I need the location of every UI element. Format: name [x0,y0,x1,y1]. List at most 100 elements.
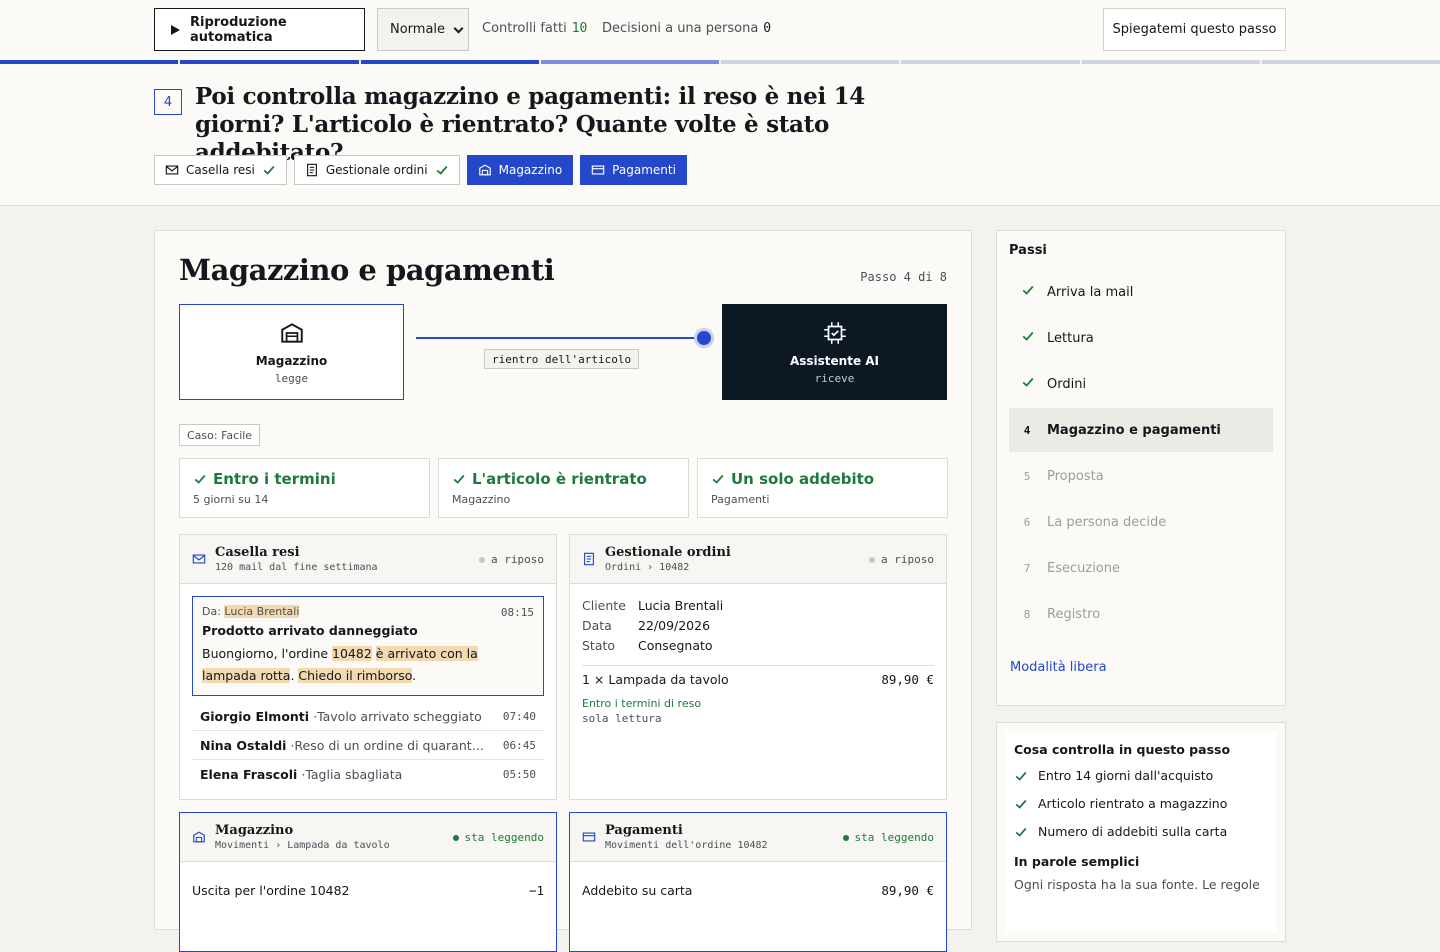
highlight-order: 10482 [332,646,372,661]
check-card-sub: 5 giorni su 14 [193,493,269,506]
inbox-subtitle: 120 mail dal fine settimana [215,562,378,573]
payments-panel: Pagamenti Movimenti dell'ordine 10482 st… [569,812,947,952]
sidebar-step-5[interactable]: 5 Proposta [1009,454,1273,498]
chip-check-icon [823,321,846,344]
chevron-down-icon [453,23,464,34]
mail-icon [192,554,206,564]
explainer-item-text: Entro 14 giorni dall'acquisto [1038,768,1214,783]
flow-source-role: legge [274,371,309,385]
system-chip-label: Casella resi [186,163,255,177]
checks-count: 10 [571,21,588,36]
mail-list-item[interactable]: Elena Frascoli · Taglia sbagliata 05:50 [192,760,544,789]
sidebar-step-label: Magazzino e pagamenti [1047,422,1221,438]
flow-target-node: Assistente AI riceve [722,304,947,400]
flow-edge-line [416,337,704,339]
status-dot [452,834,459,841]
check-card-sub: Pagamenti [711,493,770,506]
step-number: 4 [1023,423,1031,437]
check-results: Entro i termini 5 giorni su 14 L'articolo … [179,458,948,518]
mail-icon [165,163,179,177]
system-chip[interactable]: Casella resi [154,155,287,185]
sidebar-step-6[interactable]: 6 La persona decide [1009,500,1273,544]
speed-selected: Normale [390,22,446,37]
warehouse-movement-row: Uscita per l'ordine 10482 −1 [192,883,544,898]
explainer-title: Cosa controlla in questo passo [1014,742,1231,757]
system-chip[interactable]: Pagamenti [580,155,687,185]
sidebar-step-3[interactable]: Ordini [1009,362,1273,406]
warehouse-status: sta leggendo [452,831,544,844]
mail-time: 08:15 [500,606,534,619]
mail-list-item[interactable]: Nina Ostaldi · Reso di un ordine di quar… [192,731,544,760]
step-number: 7 [1023,561,1031,575]
step-header: 4 Poi controlla magazzino e pagamenti: i… [0,64,1440,206]
status-dot [869,556,876,563]
check-icon [452,472,466,486]
sidebar-step-label: Proposta [1047,468,1104,484]
step-counter: Passo 4 di 8 [860,270,947,284]
free-mode-link[interactable]: Modalità libera [1010,660,1273,675]
check-title-text: Entro i termini [213,470,336,488]
status-dot [842,834,849,841]
card-icon [582,832,596,842]
check-icon [193,472,207,486]
check-icon [1021,283,1034,301]
card-icon [591,163,605,177]
system-chip[interactable]: Gestionale ordini [293,155,460,185]
sidebar-step-label: Esecuzione [1047,560,1120,576]
order-field-label: Cliente [582,598,626,613]
steps-list: Arriva la mail Lettura Ordini 4 Magazzino e … [1009,270,1273,636]
check-card: L'articolo è rientrato Magazzino [438,458,689,518]
check-icon [1021,375,1034,393]
explainer-panel: Cosa controlla in questo passo Entro 14 … [996,722,1286,942]
inbox-title: Casella resi [215,545,300,560]
check-card: Entro i termini 5 giorni su 14 [179,458,430,518]
order-field-row: Cliente Lucia Brentali [582,596,934,616]
system-chip-label: Pagamenti [612,163,676,177]
flow-target-label: Assistente AI [789,353,880,368]
main-card: Magazzino e pagamenti Passo 4 di 8 Magaz… [154,230,972,952]
mail-time: 07:40 [502,709,536,723]
sidebar-step-label: Registro [1047,606,1101,622]
sidebar-step-8[interactable]: 8 Registro [1009,592,1273,636]
mail-sender: Giorgio Elmonti [200,708,310,724]
autoplay-button[interactable]: Riproduzione automatica [154,8,365,51]
sidebar-step-label: Ordini [1047,376,1087,392]
system-chip[interactable]: Magazzino [466,155,574,185]
mail-subject: Prodotto arrivato danneggiato [202,623,418,638]
document-icon [584,552,594,566]
check-title-text: L'articolo è rientrato [472,470,647,488]
mail-subject: Tavolo arrivato scheggiato [317,708,482,724]
sidebar-step-4[interactable]: 4 Magazzino e pagamenti [1009,408,1273,452]
steps-title: Passi [1009,243,1047,258]
mail-sender: Elena Frascoli [200,767,298,782]
flow-progress-dot [697,331,711,345]
sidebar-step-2[interactable]: Lettura [1009,316,1273,360]
inbox-status: a riposo [479,553,544,566]
order-field-row: Stato Consegnato [582,636,934,656]
sidebar-step-7[interactable]: 7 Esecuzione [1009,546,1273,590]
order-field-row: Data 22/09/2026 [582,616,934,636]
sidebar-step-1[interactable]: Arriva la mail [1009,270,1273,314]
check-icon [1014,797,1028,811]
flow-target-role: riceve [814,371,855,385]
mail-subject: Taglia sbagliata [305,767,403,782]
warehouse-title: Magazzino [215,823,294,838]
mail-time: 06:45 [502,738,536,752]
selected-mail[interactable]: Da: Lucia Brentali 08:15 Prodotto arriva… [192,596,544,696]
mail-subject: Reso di un ordine di quaranta giorni fa [294,737,489,753]
warehouse-panel: Magazzino Movimenti › Lampada da tavolo … [179,812,557,952]
case-difficulty-tag: Caso: Facile [179,424,261,446]
check-icon [435,163,449,177]
order-line-item: 1 × Lampada da tavolo 89,90 € [582,665,934,687]
mail-list-item[interactable]: Giorgio Elmonti · Tavolo arrivato schegg… [192,702,544,731]
step-number: 6 [1023,515,1031,529]
check-card-title: Un solo addebito [711,470,934,488]
play-icon [171,24,180,35]
orders-subtitle: Ordini › 10482 [605,562,690,573]
explain-step-button[interactable]: Spiegatemi questo passo [1103,8,1286,51]
check-title-text: Un solo addebito [731,470,875,488]
explainer-item: Entro 14 giorni dall'acquisto [1014,762,1268,790]
warehouse-icon [193,831,205,843]
speed-select[interactable]: Normale [377,8,469,51]
check-card-sub: Magazzino [452,493,511,506]
